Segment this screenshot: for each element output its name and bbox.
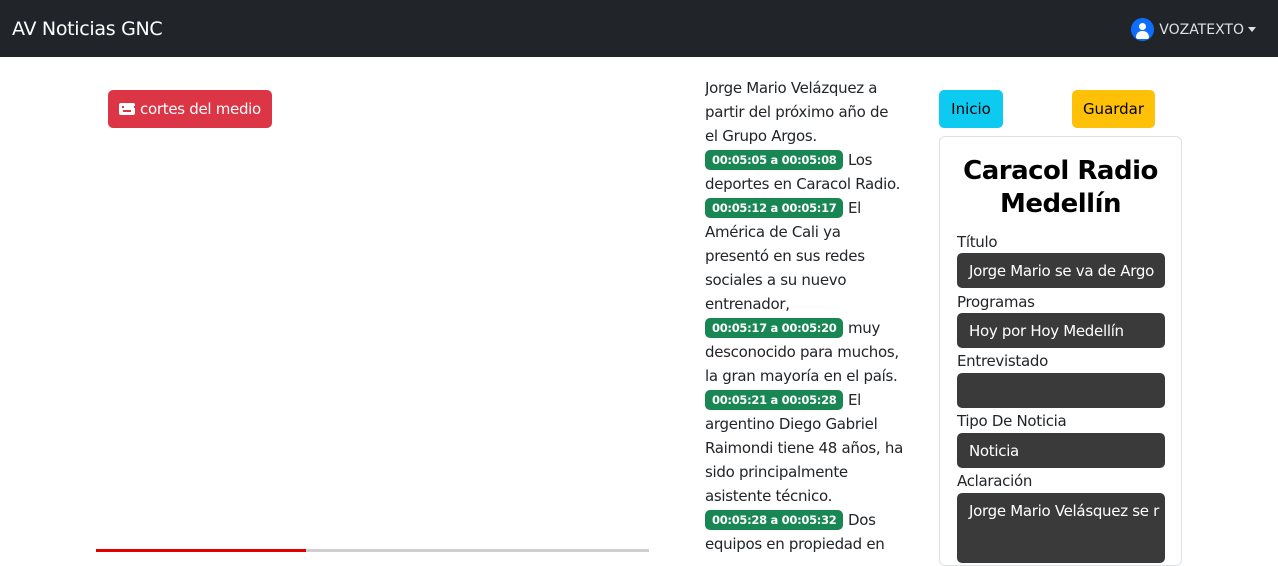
station-title: Caracol Radio Medellín [963,156,1158,219]
user-menu[interactable]: VOZATEXTO [1131,18,1256,41]
segment-time-badge[interactable]: 00:05:21 a 00:05:28 [705,390,844,410]
transcript-panel: Jorge Mario Velázquez a partir del próxi… [705,76,905,552]
programas-field[interactable]: Hoy por Hoy Medellín [957,313,1165,348]
entrevistado-field[interactable] [957,373,1165,408]
transcript-lead-text: Jorge Mario Velázquez a partir del próxi… [705,79,889,145]
aclaracion-field[interactable]: Jorge Mario Velásquez se r [957,493,1165,563]
segment-time-badge[interactable]: 00:05:12 a 00:05:17 [705,198,844,218]
app-brand[interactable]: AV Noticias GNC [12,18,163,40]
entrevistado-label: Entrevistado [957,352,1048,370]
segment-time-badge[interactable]: 00:05:28 a 00:05:32 [705,510,844,530]
user-name: VOZATEXTO [1159,21,1244,38]
segment-time-badge[interactable]: 00:05:17 a 00:05:20 [705,318,844,338]
segment-time-badge[interactable]: 00:05:05 a 00:05:08 [705,150,844,170]
news-form-card: Caracol Radio Medellín Título Jorge Mari… [939,136,1182,566]
programas-label: Programas [957,293,1035,311]
titulo-field[interactable]: Jorge Mario se va de Argo [957,253,1165,288]
tipo-de-noticia-label: Tipo De Noticia [957,412,1067,430]
chevron-down-icon [1248,27,1256,32]
inicio-button[interactable]: Inicio [939,90,1003,128]
top-navbar: AV Noticias GNC VOZATEXTO [0,0,1278,57]
guardar-button[interactable]: Guardar [1072,90,1155,128]
keyboard-icon [119,103,137,115]
cortes-label: cortes del medio [140,100,261,118]
cortes-del-medio-button[interactable]: cortes del medio [108,90,272,128]
user-avatar-icon [1131,18,1155,41]
titulo-label: Título [957,233,998,251]
tipo-de-noticia-field[interactable]: Noticia [957,433,1165,468]
aclaracion-label: Aclaración [957,472,1033,490]
